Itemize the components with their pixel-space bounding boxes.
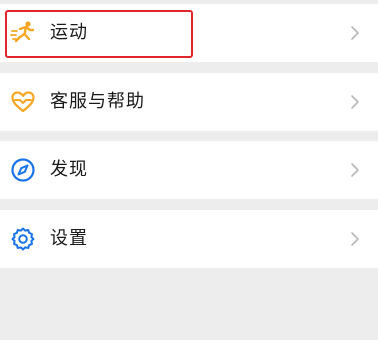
menu-item-customer-service[interactable]: 客服与帮助: [0, 73, 378, 131]
gear-icon: [10, 226, 36, 252]
chevron-right-icon: [350, 231, 360, 247]
menu-item-label: 发现: [50, 159, 88, 180]
chevron-right-icon: [350, 25, 360, 41]
compass-icon: [10, 157, 36, 183]
chevron-right-icon: [350, 162, 360, 178]
menu-item-label: 客服与帮助: [50, 91, 145, 112]
menu-item-label: 设置: [50, 228, 88, 249]
heart-handshake-icon: [10, 89, 36, 115]
menu-item-discover[interactable]: 发现: [0, 141, 378, 199]
menu-item-settings[interactable]: 设置: [0, 210, 378, 268]
chevron-right-icon: [350, 94, 360, 110]
highlight-box: [5, 10, 193, 58]
